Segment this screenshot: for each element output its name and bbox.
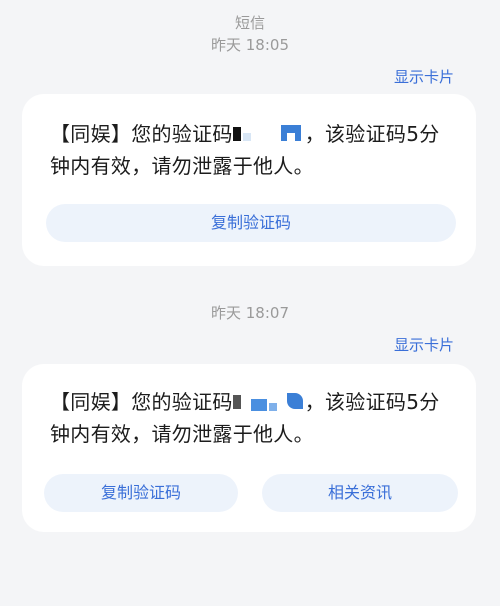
message-timestamp: 昨天 18:05: [211, 36, 289, 54]
message-text: 【同娱】您的验证码 ，该验证码5分钟内有效，请勿泄露于他人。: [50, 386, 452, 450]
message-text: 【同娱】您的验证码 ，该验证码5分钟内有效，请勿泄露于他人。: [50, 118, 452, 182]
copy-code-button[interactable]: 复制验证码: [44, 474, 238, 512]
message-card: 【同娱】您的验证码 ，该验证码5分钟内有效，请勿泄露于他人。 复制验证码: [22, 94, 476, 266]
related-info-button[interactable]: 相关资讯: [262, 474, 458, 512]
masked-code: [232, 393, 305, 411]
message-card: 【同娱】您的验证码 ，该验证码5分钟内有效，请勿泄露于他人。 复制验证码 相关资讯: [22, 364, 476, 532]
show-card-link[interactable]: 显示卡片: [394, 66, 454, 87]
masked-code: [232, 125, 305, 143]
message-text-start: 【同娱】您的验证码: [50, 122, 233, 146]
message-timestamp: 昨天 18:07: [211, 304, 289, 322]
copy-code-button[interactable]: 复制验证码: [46, 204, 456, 242]
message-text-start: 【同娱】您的验证码: [50, 390, 233, 414]
show-card-link[interactable]: 显示卡片: [394, 334, 454, 355]
header-title: 短信: [234, 14, 265, 32]
